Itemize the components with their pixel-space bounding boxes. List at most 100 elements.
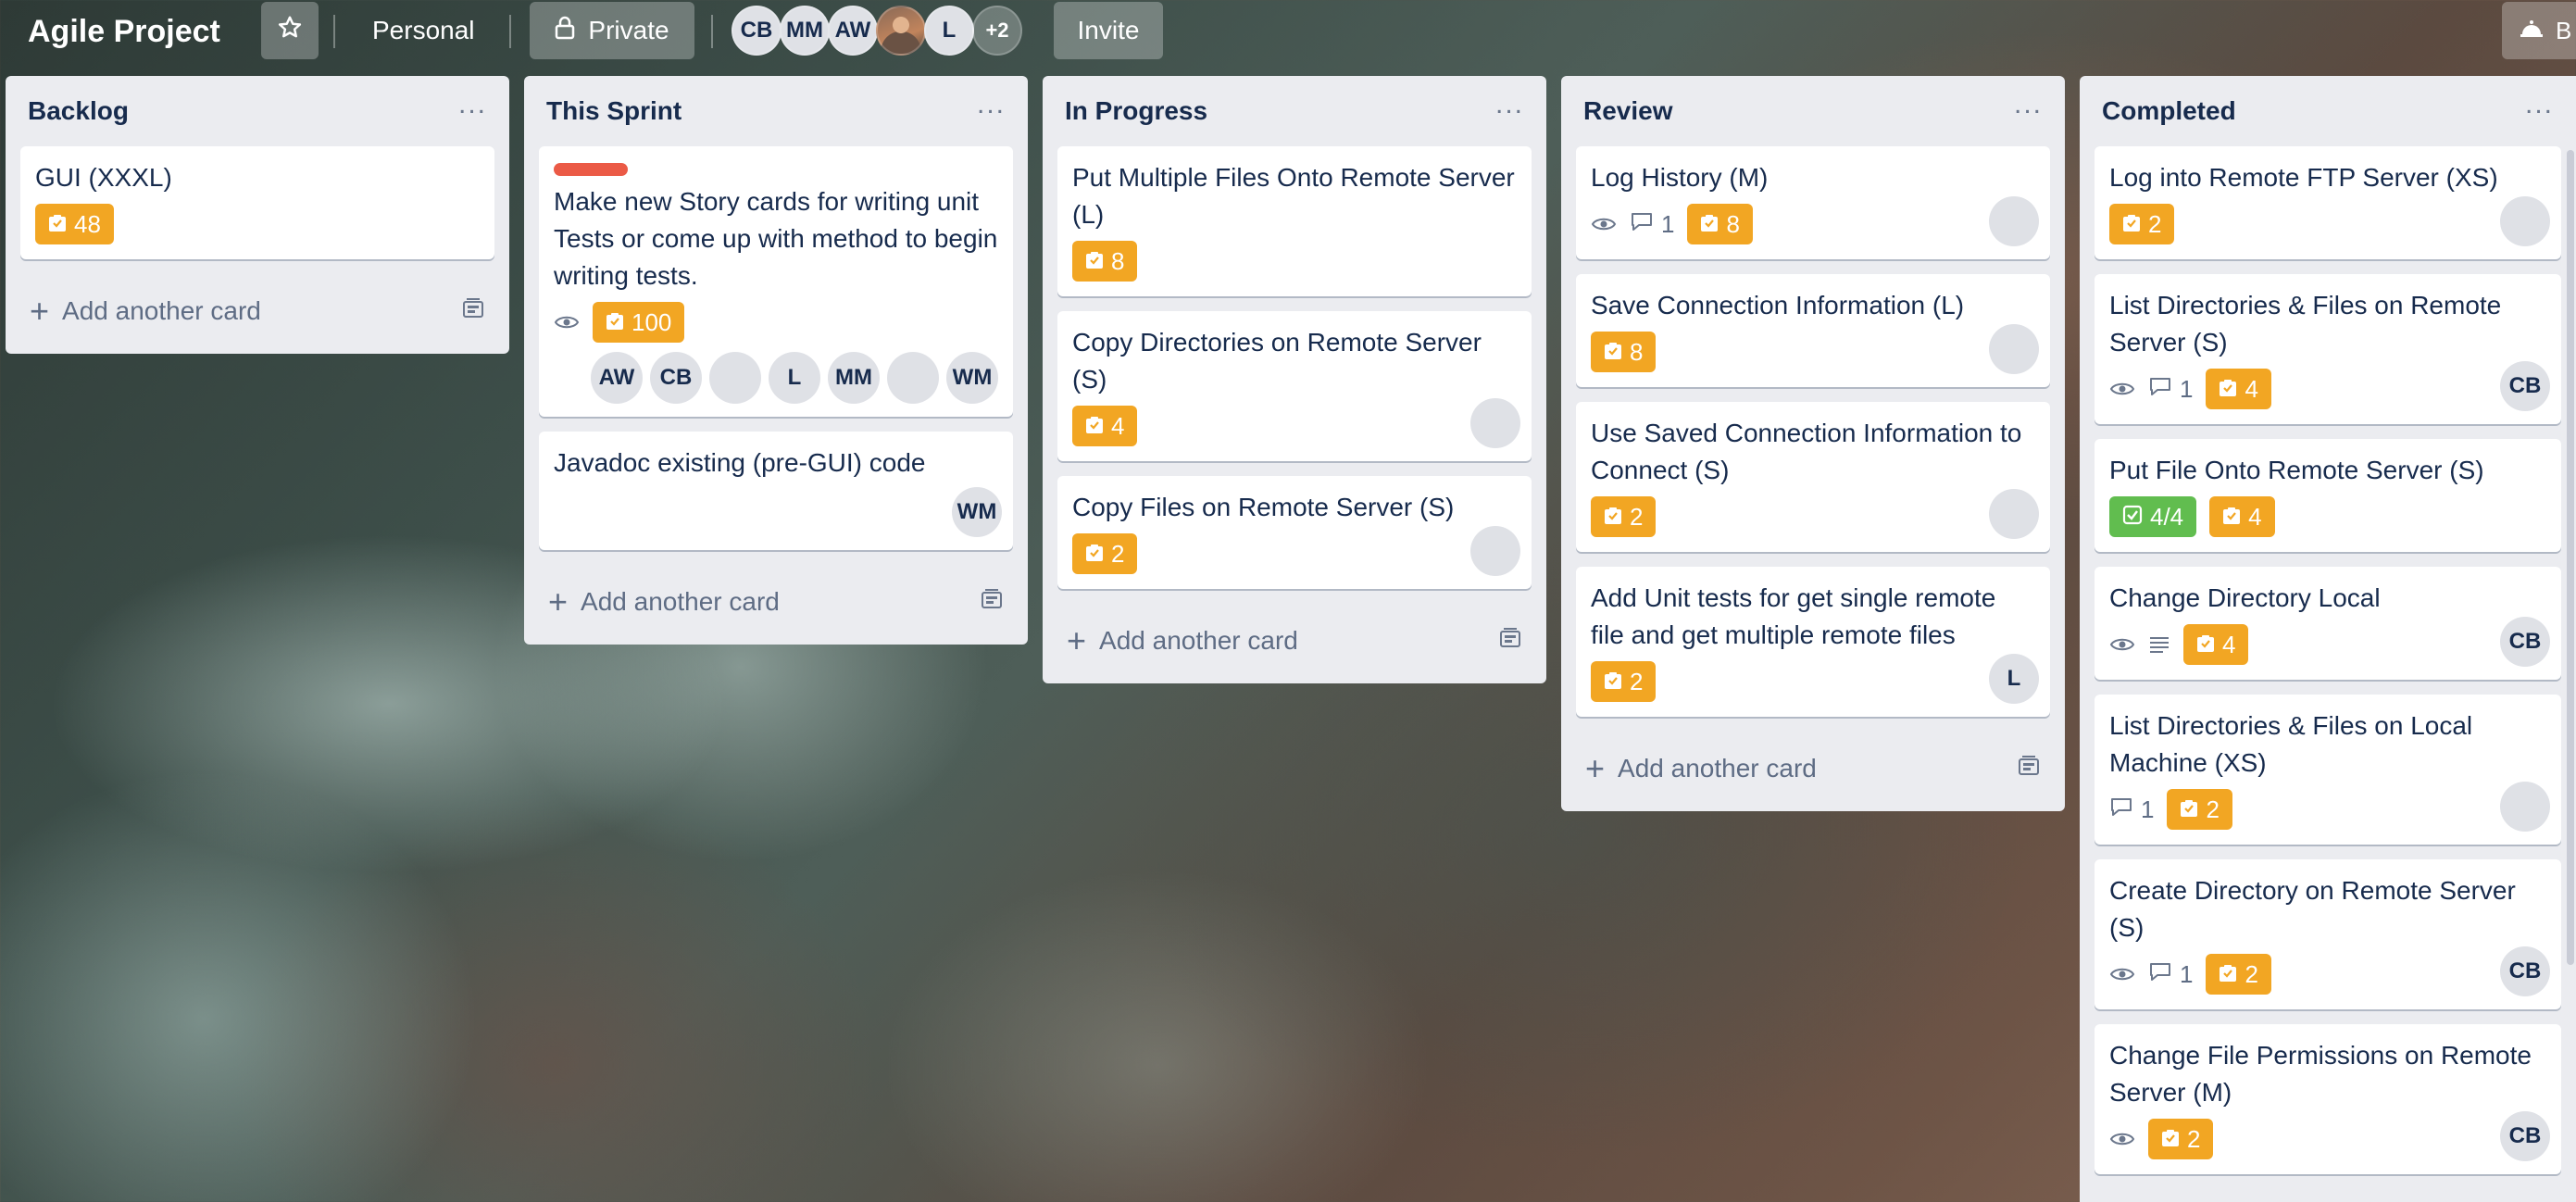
card[interactable]: Change File Permissions on Remote Server… bbox=[2095, 1024, 2561, 1174]
card-badges: 8 bbox=[1072, 239, 1517, 283]
list-scrollbar[interactable] bbox=[2567, 150, 2574, 965]
card[interactable]: Create Directory on Remote Server (S) 1 … bbox=[2095, 859, 2561, 1009]
member-avatar[interactable]: WM bbox=[952, 487, 1002, 537]
card[interactable]: Copy Directories on Remote Server (S) 4 bbox=[1057, 311, 1532, 461]
card[interactable]: Put Multiple Files Onto Remote Server (L… bbox=[1057, 146, 1532, 296]
privacy-label: Private bbox=[588, 16, 669, 44]
card-badges: 1 8 bbox=[1591, 202, 2035, 246]
card[interactable]: GUI (XXXL) 48 bbox=[20, 146, 494, 259]
member-avatar-photo[interactable] bbox=[876, 6, 926, 56]
estimate-value: 100 bbox=[631, 307, 672, 336]
member-avatar[interactable]: CB bbox=[732, 6, 782, 56]
card-title: Copy Directories on Remote Server (S) bbox=[1072, 328, 1482, 394]
member-avatar[interactable]: CB bbox=[2500, 361, 2550, 411]
list-title[interactable]: This Sprint bbox=[546, 96, 682, 126]
add-card-button[interactable]: + Add another card bbox=[539, 565, 1013, 645]
invite-button[interactable]: Invite bbox=[1054, 2, 1163, 59]
card-title: Log History (M) bbox=[1591, 163, 1769, 192]
member-avatar[interactable]: MM bbox=[780, 6, 830, 56]
butler-button[interactable]: B bbox=[2502, 2, 2576, 59]
card[interactable]: Save Connection Information (L) 8 bbox=[1576, 274, 2050, 387]
card[interactable]: Put File Onto Remote Server (S) 4/4 4 bbox=[2095, 439, 2561, 552]
member-avatar[interactable]: CB bbox=[650, 352, 702, 404]
plus-icon: + bbox=[30, 292, 50, 330]
card[interactable]: List Directories & Files on Remote Serve… bbox=[2095, 274, 2561, 424]
header-divider bbox=[333, 15, 335, 48]
card-template-icon[interactable] bbox=[1498, 626, 1522, 656]
card[interactable]: Log into Remote FTP Server (XS) 2 bbox=[2095, 146, 2561, 259]
list-menu-icon[interactable]: ... bbox=[458, 91, 487, 127]
comments-badge: 1 bbox=[2148, 375, 2193, 404]
list-menu-icon[interactable]: ... bbox=[977, 91, 1006, 127]
member-avatar[interactable]: L bbox=[1989, 654, 2039, 704]
member-avatar[interactable]: CB bbox=[2500, 946, 2550, 996]
card[interactable]: List Directories & Files on Local Machin… bbox=[2095, 695, 2561, 845]
list-title[interactable]: Backlog bbox=[28, 96, 129, 126]
card-template-icon[interactable] bbox=[2017, 754, 2041, 783]
star-button[interactable] bbox=[261, 2, 319, 59]
estimate-badge: 4 bbox=[2183, 624, 2249, 665]
add-card-label: Add another card bbox=[62, 296, 261, 325]
member-avatar[interactable]: CB bbox=[2500, 1111, 2550, 1161]
card-template-icon[interactable] bbox=[461, 296, 485, 326]
card-title: Use Saved Connection Information to Conn… bbox=[1591, 419, 2022, 484]
member-avatar[interactable]: MM bbox=[828, 352, 880, 404]
checklist-icon bbox=[2122, 503, 2143, 532]
member-avatar-photo[interactable] bbox=[887, 352, 939, 404]
card[interactable]: Make new Story cards for writing unit Te… bbox=[539, 146, 1013, 417]
team-visibility-button[interactable]: Personal bbox=[372, 2, 475, 59]
member-avatar-photo[interactable] bbox=[1989, 489, 2039, 539]
member-avatar[interactable]: AW bbox=[591, 352, 643, 404]
member-avatar[interactable]: WM bbox=[946, 352, 998, 404]
card[interactable]: Add Unit tests for get single remote fil… bbox=[1576, 567, 2050, 717]
member-avatar[interactable]: CB bbox=[2500, 617, 2550, 667]
story-points-icon bbox=[1085, 540, 1104, 569]
estimate-badge: 4 bbox=[2206, 369, 2271, 409]
member-avatar-photo[interactable] bbox=[2500, 782, 2550, 832]
estimate-badge: 8 bbox=[1072, 241, 1138, 282]
more-members-button[interactable]: +2 bbox=[972, 6, 1022, 56]
watch-icon bbox=[2109, 1130, 2135, 1148]
card-label-red[interactable] bbox=[554, 163, 628, 176]
member-avatar-photo[interactable] bbox=[709, 352, 761, 404]
member-avatar[interactable]: L bbox=[769, 352, 820, 404]
story-points-icon bbox=[2222, 503, 2241, 532]
add-card-button[interactable]: + Add another card bbox=[1576, 732, 2050, 811]
plus-icon: + bbox=[1585, 749, 1606, 787]
estimate-badge: 4 bbox=[2209, 496, 2275, 537]
list-menu-icon[interactable]: ... bbox=[2525, 91, 2554, 127]
card-badges: 1 2 bbox=[2109, 787, 2546, 832]
list-title[interactable]: Review bbox=[1583, 96, 1673, 126]
estimate-badge: 4 bbox=[1072, 406, 1138, 446]
privacy-button[interactable]: Private bbox=[530, 2, 694, 59]
card[interactable]: Log History (M) 1 8 bbox=[1576, 146, 2050, 259]
card[interactable]: Use Saved Connection Information to Conn… bbox=[1576, 402, 2050, 552]
member-avatar-photo[interactable] bbox=[1470, 526, 1520, 576]
watch-icon bbox=[2109, 380, 2135, 398]
card-template-icon[interactable] bbox=[980, 587, 1004, 617]
member-avatar-photo[interactable] bbox=[1989, 324, 2039, 374]
list-title[interactable]: In Progress bbox=[1065, 96, 1207, 126]
member-avatar[interactable]: L bbox=[924, 6, 974, 56]
list-title[interactable]: Completed bbox=[2102, 96, 2236, 126]
card-title: List Directories & Files on Remote Serve… bbox=[2109, 291, 2502, 357]
watch-icon bbox=[2109, 635, 2135, 654]
member-avatar-photo[interactable] bbox=[2500, 196, 2550, 246]
member-avatar-photo[interactable] bbox=[1989, 196, 2039, 246]
list-menu-icon[interactable]: ... bbox=[2014, 91, 2043, 127]
member-avatar[interactable]: AW bbox=[828, 6, 878, 56]
card[interactable]: Change Directory Local 4 CB bbox=[2095, 567, 2561, 680]
card-title: Log into Remote FTP Server (XS) bbox=[2109, 163, 2498, 192]
estimate-badge: 2 bbox=[1072, 533, 1138, 574]
board-title[interactable]: Agile Project bbox=[28, 9, 220, 54]
card[interactable]: Copy Files on Remote Server (S) 2 bbox=[1057, 476, 1532, 589]
add-card-button[interactable]: + Add another card bbox=[20, 274, 494, 354]
card[interactable]: Javadoc existing (pre-GUI) code WM bbox=[539, 432, 1013, 550]
member-avatar-photo[interactable] bbox=[1470, 398, 1520, 448]
card-badges: 4 bbox=[2109, 622, 2546, 667]
list-menu-icon[interactable]: ... bbox=[1495, 91, 1524, 127]
add-card-button[interactable]: + Add another card bbox=[1057, 604, 1532, 683]
estimate-value: 8 bbox=[1630, 337, 1644, 366]
comment-count: 1 bbox=[2180, 374, 2194, 403]
card-members: AW CB L MM WM bbox=[554, 352, 998, 404]
